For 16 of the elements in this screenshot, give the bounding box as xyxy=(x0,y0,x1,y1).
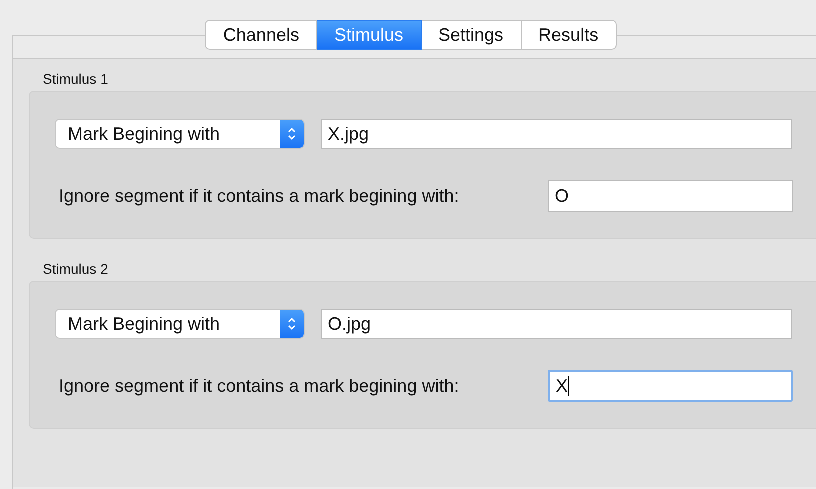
input-field[interactable]: X.jpg xyxy=(321,119,792,149)
group-title: Stimulus 2 xyxy=(43,261,110,277)
popup-button[interactable]: Mark Begining with xyxy=(55,309,305,339)
group-title: Stimulus 1 xyxy=(43,71,110,87)
field-label: Ignore segment if it contains a mark begining with: xyxy=(59,186,460,206)
stepper-icon xyxy=(280,120,304,148)
input-field[interactable]: O xyxy=(548,180,793,212)
stepper-icon xyxy=(280,310,304,338)
input-field[interactable]: O.jpg xyxy=(321,309,792,339)
tab[interactable]: Results xyxy=(522,20,617,50)
field-label: Ignore segment if it contains a mark begining with: xyxy=(59,376,460,396)
popup-button[interactable]: Mark Begining with xyxy=(55,119,305,149)
input-field[interactable]: X xyxy=(548,370,793,402)
tab[interactable]: Stimulus xyxy=(317,20,422,50)
tab[interactable]: Settings xyxy=(422,20,522,50)
tab[interactable]: Channels xyxy=(205,20,318,50)
